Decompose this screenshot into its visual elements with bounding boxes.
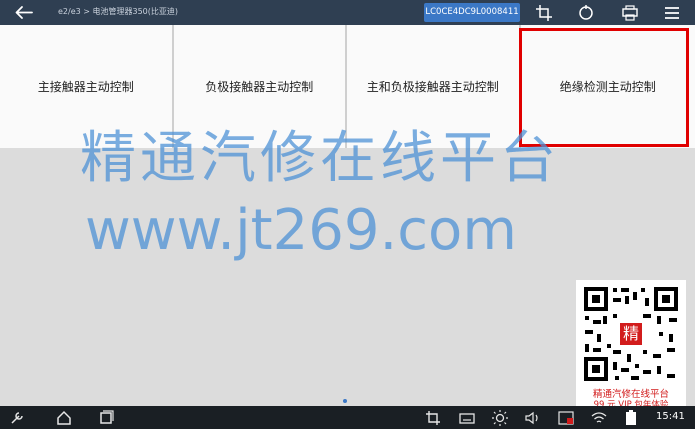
crop-button[interactable] — [534, 3, 554, 23]
refresh-button[interactable] — [576, 3, 596, 23]
recent-apps-icon — [100, 410, 114, 424]
qr-code-icon: 精 — [581, 284, 681, 384]
notification-icon — [558, 411, 574, 425]
home-button[interactable] — [55, 409, 73, 427]
battery-status — [622, 409, 640, 427]
arrow-left-icon — [15, 6, 33, 19]
clock: 15:41 — [656, 411, 685, 422]
watermark-url: www.jt269.com — [85, 198, 517, 263]
crop-icon — [426, 411, 440, 425]
back-button[interactable] — [10, 2, 38, 23]
volume-button[interactable] — [524, 409, 542, 427]
speaker-icon — [525, 411, 538, 425]
watermark-text: 精通汽修在线平台 — [80, 126, 560, 191]
battery-icon — [626, 410, 636, 425]
top-bar: e2/e3 > 电池管理器350(比亚迪) LC0CE4DC9L0008411 — [0, 0, 695, 25]
brightness-button[interactable] — [491, 409, 509, 427]
system-nav-bar: 15:41 — [0, 406, 695, 429]
wifi-status — [590, 409, 608, 427]
menu-button[interactable] — [662, 3, 682, 23]
keyboard-icon — [459, 413, 475, 424]
qr-promo: 精 精通汽修在线平台 99 元 VIP 包年体验 — [576, 280, 686, 410]
diagnostic-screen: e2/e3 > 电池管理器350(比亚迪) LC0CE4DC9L0008411 — [0, 0, 695, 429]
menu-icon — [665, 7, 679, 19]
home-icon — [57, 410, 71, 425]
wifi-icon — [591, 412, 607, 423]
printer-icon — [622, 5, 638, 21]
wrench-icon — [11, 412, 23, 424]
vin-badge: LC0CE4DC9L0008411 — [424, 3, 520, 22]
refresh-icon — [579, 5, 593, 20]
brightness-icon — [492, 410, 508, 426]
recent-apps-button[interactable] — [97, 409, 115, 427]
notification-button[interactable] — [557, 409, 575, 427]
tools-button[interactable] — [8, 409, 26, 427]
page-indicator — [343, 399, 347, 403]
screenshot-button[interactable] — [424, 409, 442, 427]
keyboard-button[interactable] — [458, 409, 476, 427]
breadcrumb: e2/e3 > 电池管理器350(比亚迪) — [58, 7, 179, 16]
crop-icon — [536, 5, 552, 21]
qr-badge: 精 — [623, 324, 639, 343]
print-button[interactable] — [620, 3, 640, 23]
